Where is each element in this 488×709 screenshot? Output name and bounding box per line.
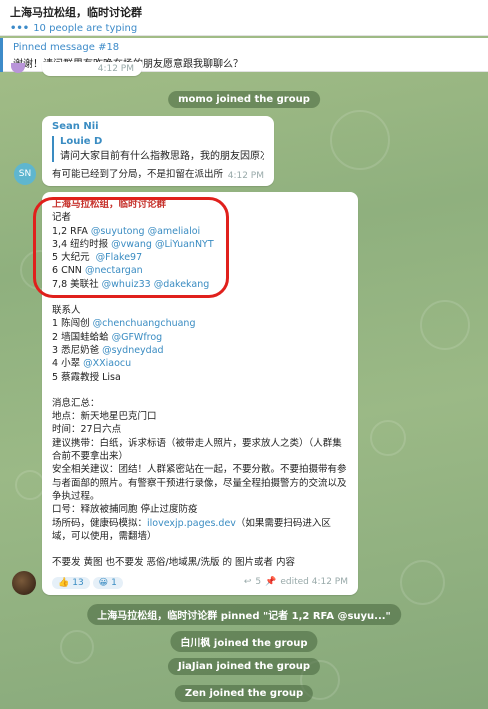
grin-icon: 😀 bbox=[98, 578, 109, 588]
message-meta: ↩ 5 📌 edited 4:12 PM bbox=[244, 577, 348, 587]
reaction-count: 13 bbox=[72, 578, 84, 588]
contact-prefix: 4 小翠 bbox=[52, 358, 84, 370]
red-highlight-circle bbox=[33, 197, 229, 298]
slogan-line: 口号：释放被捕同胞 停止过度防疫 bbox=[52, 504, 198, 516]
rules-line: 不要发 黄图 也不要发 恶俗/地域黑/洗版 的 图片或者 内容 bbox=[52, 557, 296, 569]
message-time: 4:12 PM bbox=[227, 171, 264, 181]
site-prefix: 场所码，健康码模拟： bbox=[52, 517, 148, 529]
contact-prefix: 2 墙国蛙蛤蛤 bbox=[52, 331, 112, 343]
contacts-header: 联系人 bbox=[52, 305, 81, 317]
message-bubble-sean[interactable]: Sean Nii Louie D 请问大家目前有什么指教思路，我的朋友因原次..… bbox=[42, 116, 274, 186]
reaction-grin[interactable]: 😀 1 bbox=[92, 577, 123, 589]
reply-text: 请问大家目前有什么指教思路，我的朋友因原次... bbox=[60, 151, 264, 162]
contact-prefix: 1 陈闯创 bbox=[52, 318, 93, 330]
reactions: 👍 13 😀 1 bbox=[52, 577, 126, 589]
mention-link[interactable]: @XXiaocu bbox=[83, 358, 131, 369]
reply-quote[interactable]: Louie D 请问大家目前有什么指教思路，我的朋友因原次... bbox=[52, 136, 264, 162]
contact-line: 5 蔡霞教授 Lisa bbox=[52, 371, 348, 384]
contact-prefix: 5 蔡霞教授 Lisa bbox=[52, 371, 121, 383]
typing-dots-icon: ••• bbox=[10, 23, 30, 34]
chat-header[interactable]: 上海马拉松组，临时讨论群 ••• 10 people are typing bbox=[0, 0, 488, 36]
pin-icon: 📌 bbox=[265, 577, 277, 587]
summary-header: 消息汇总： bbox=[52, 397, 100, 409]
sender-name[interactable]: Sean Nii bbox=[52, 121, 264, 132]
message-time: 4:12 PM bbox=[97, 64, 134, 74]
mention-link[interactable]: @chenchuangchuang bbox=[93, 318, 196, 329]
location-line: 地点：新天地星巴克门口 bbox=[52, 411, 157, 423]
safety-line: 安全相关建议：团结！人群紧密站在一起，不要分散。不要拍摄带有参与者面部的照片。有… bbox=[52, 464, 347, 502]
thumbs-up-icon: 👍 bbox=[58, 578, 70, 588]
reaction-count: 1 bbox=[111, 578, 117, 588]
reply-arrow-icon[interactable]: ↩ bbox=[244, 577, 252, 587]
contact-prefix: 3 悉尼奶爸 bbox=[52, 344, 103, 356]
contact-line: 2 墙国蛙蛤蛤 @GFWfrog bbox=[52, 331, 348, 344]
typing-indicator: ••• 10 people are typing bbox=[10, 23, 478, 34]
chat-title: 上海马拉松组，临时讨论群 bbox=[10, 6, 142, 19]
service-message-momo: momo joined the group bbox=[168, 91, 320, 108]
contact-line: 4 小翠 @XXiaocu bbox=[52, 357, 348, 370]
reaction-thumbs-up[interactable]: 👍 13 bbox=[52, 577, 90, 589]
mention-link[interactable]: @GFWfrog bbox=[112, 332, 163, 343]
pinned-strip bbox=[0, 38, 3, 72]
service-message-baichuan: 白川枫 joined the group bbox=[170, 631, 318, 652]
pinned-label: Pinned message #18 bbox=[13, 42, 120, 53]
mention-link[interactable]: @sydneydad bbox=[102, 345, 163, 356]
edited-time: edited 4:12 PM bbox=[280, 577, 348, 587]
previous-message-fragment[interactable]: 4:12 PM bbox=[42, 62, 142, 76]
reply-count[interactable]: 5 bbox=[255, 577, 261, 587]
site-link[interactable]: ilovexjp.pages.dev bbox=[147, 518, 236, 529]
avatar-sean[interactable]: SN bbox=[14, 163, 36, 185]
typing-text: 10 people are typing bbox=[33, 23, 138, 34]
service-message-pin: 上海马拉松组，临时讨论群 pinned "记者 1,2 RFA @suyu...… bbox=[87, 604, 401, 625]
site-code-line: 场所码，健康码模拟：ilovexjp.pages.dev（如果需要扫码进入区域，… bbox=[52, 517, 348, 544]
advice-line: 建议携带：白纸，诉求标语（被带走人照片，要求放人之类）（人群集合前不要拿出来） bbox=[52, 437, 342, 463]
service-message-jiajian: JiaJian joined the group bbox=[167, 658, 321, 675]
contact-line: 3 悉尼奶爸 @sydneydad bbox=[52, 344, 348, 357]
service-message-zen: Zen joined the group bbox=[174, 685, 314, 702]
time-line: 时间：27日六点 bbox=[52, 424, 122, 436]
reply-sender: Louie D bbox=[60, 136, 103, 147]
contact-line: 1 陈闯创 @chenchuangchuang bbox=[52, 317, 348, 330]
avatar-group[interactable] bbox=[12, 571, 36, 595]
